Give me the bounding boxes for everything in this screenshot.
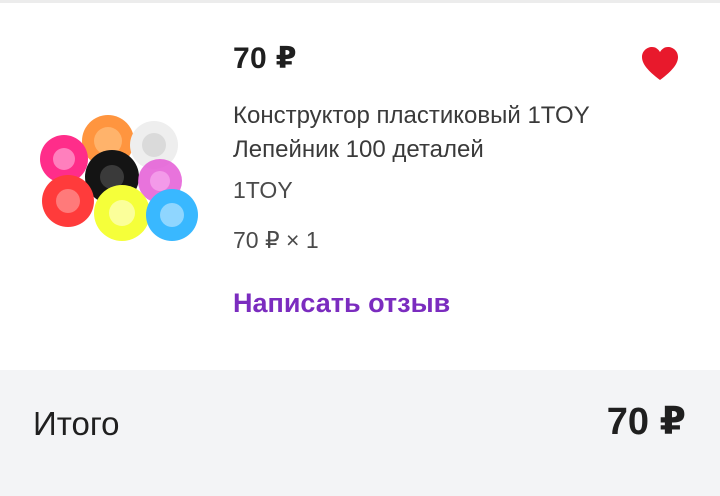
price-times-quantity: 70 ₽ × 1 [233, 227, 319, 253]
flower-red [42, 175, 94, 227]
order-item-card: 70 ₽ Конструктор пластиковый 1TOY Лепейн… [0, 3, 720, 370]
product-brand: 1TOY [233, 177, 293, 203]
flower-blue [146, 189, 198, 241]
product-price: 70 ₽ [233, 42, 297, 75]
order-total-bar: Итого 70 ₽ [0, 370, 720, 496]
total-value: 70 ₽ [606, 401, 686, 443]
total-label: Итого [33, 405, 120, 442]
product-image[interactable] [30, 103, 210, 253]
heart-icon[interactable] [640, 45, 680, 85]
write-review-link[interactable]: Написать отзыв [233, 288, 450, 319]
flower-yellow [94, 185, 150, 241]
product-title[interactable]: Конструктор пластиковый 1TOY Лепейник 10… [233, 99, 673, 167]
